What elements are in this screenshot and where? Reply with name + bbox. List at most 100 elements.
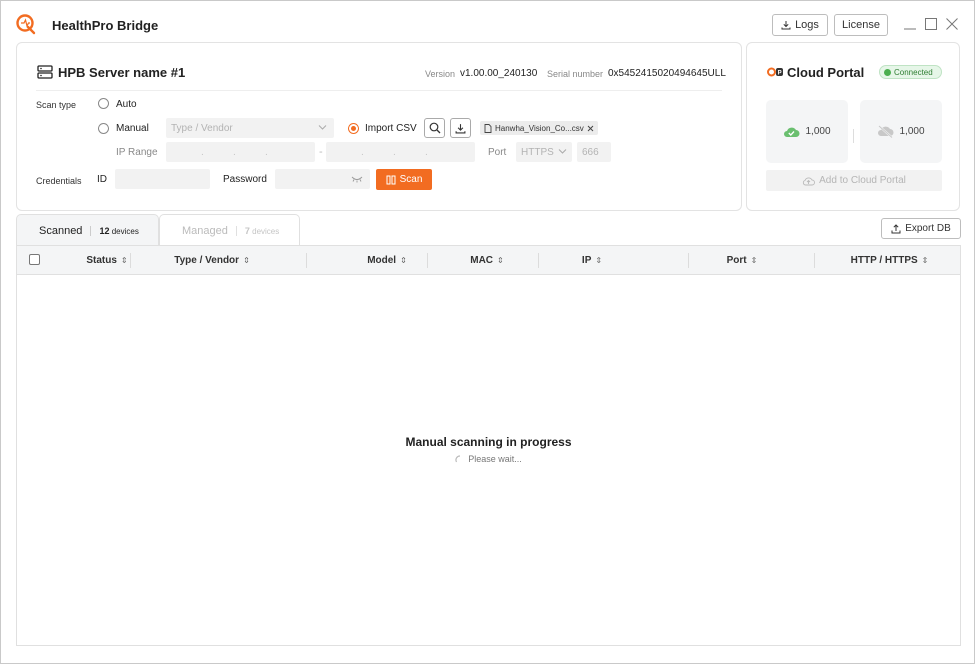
cloud-check-icon [784,127,800,137]
column-header-ip[interactable]: IP ⇕ [537,246,647,275]
manual-radio[interactable] [98,123,109,134]
tab-managed[interactable]: Managed 7 devices [159,214,300,246]
port-protocol-select[interactable]: HTTPS [516,142,572,162]
add-to-cloud-portal-button[interactable]: Add to Cloud Portal [766,170,942,191]
sort-icon: ⇕ [595,255,603,265]
export-db-label: Export DB [905,223,951,234]
type-vendor-select[interactable]: Type / Vendor [166,118,334,138]
add-to-cloud-portal-label: Add to Cloud Portal [819,175,906,186]
ip-range-end-input[interactable]: . . . [326,142,475,162]
password-input[interactable] [275,169,370,189]
license-button[interactable]: License [834,14,888,36]
auto-radio[interactable] [98,98,109,109]
credentials-label: Credentials [36,176,82,186]
type-vendor-placeholder: Type / Vendor [171,122,233,134]
import-csv-radio[interactable] [348,123,359,134]
app-window: HealthPro Bridge Logs License HPB Server… [0,0,975,664]
scan-icon [386,175,396,184]
chevron-down-icon [558,149,567,154]
csv-file-name: Hanwha_Vision_Co...csv [495,123,584,133]
app-title: HealthPro Bridge [52,18,159,33]
loading-spinner-icon [455,455,461,462]
devices-table: Status ⇕ Type / Vendor ⇕ Model ⇕ MAC ⇕ IP ⇕ P… [16,245,961,646]
auto-label: Auto [116,99,137,110]
cloud-portal-title: Cloud Portal [787,65,865,80]
logs-button[interactable]: Logs [772,14,828,36]
search-icon [429,122,440,134]
column-header-status[interactable]: Status ⇕ [67,246,147,275]
download-icon [455,123,466,133]
port-label: Port [488,147,507,158]
column-header-type-vendor[interactable]: Type / Vendor ⇕ [147,246,277,275]
connection-status-badge: Connected [879,65,942,79]
sort-icon: ⇕ [120,255,128,265]
table-header: Status ⇕ Type / Vendor ⇕ Model ⇕ MAC ⇕ IP ⇕ P… [17,246,960,275]
column-header-mac[interactable]: MAC ⇕ [427,246,547,275]
cloud-portal-logo-icon: P [767,67,783,77]
column-header-http-https[interactable]: HTTP / HTTPS ⇕ [817,246,962,275]
license-label: License [842,19,880,31]
ip-range-label: IP Range [116,147,158,158]
version-label: Version [425,69,456,79]
id-label: ID [97,174,107,185]
tab-scanned-label: Scanned [39,224,83,237]
close-icon[interactable] [587,125,594,132]
download-icon [781,21,791,30]
svg-text:P: P [778,71,782,77]
scan-type-label: Scan type [36,100,77,110]
maximize-button[interactable] [923,16,939,32]
download-csv-button[interactable] [450,118,471,138]
server-icon [37,65,53,79]
tab-scanned-count: 12 devices [99,225,139,236]
minimize-button[interactable] [902,16,918,32]
scan-progress-title: Manual scanning in progress [405,435,572,449]
panel-divider [36,90,722,91]
sort-icon: ⇕ [497,255,504,265]
password-label: Password [223,174,267,185]
server-name: HPB Server name #1 [58,65,186,80]
export-db-button[interactable]: Export DB [881,218,961,239]
maximize-icon [925,18,937,30]
import-csv-label: Import CSV [365,123,417,134]
close-icon [946,18,958,30]
sort-icon: ⇕ [400,255,407,265]
scan-button[interactable]: Scan [376,169,432,190]
version-value: v1.00.00_240130 [460,68,538,79]
cloud-disconnected-stat: 1,000 [860,100,942,163]
sort-icon: ⇕ [750,255,758,265]
logs-label: Logs [795,19,819,31]
csv-file-chip: Hanwha_Vision_Co...csv [480,121,598,135]
healthpro-logo-icon [16,14,36,35]
manual-label: Manual [116,123,149,134]
server-panel: HPB Server name #1 Version v1.00.00_2401… [16,42,742,211]
status-dot [884,68,891,76]
select-all-checkbox[interactable] [29,254,40,265]
sort-icon: ⇕ [921,255,929,265]
file-icon [484,123,492,133]
cloud-panel: P Cloud Portal Connected 1,000 1,000 Add… [746,42,960,211]
tab-managed-count: 7 devices [244,225,280,236]
tab-scanned[interactable]: Scanned 12 devices [16,214,159,246]
port-number-input[interactable]: 666 [577,142,611,162]
id-input[interactable] [115,169,210,189]
port-protocol-value: HTTPS [521,146,554,158]
scan-button-label: Scan [399,174,423,185]
ip-range-start-input[interactable]: . . . [166,142,315,162]
eye-hidden-icon[interactable] [351,175,363,183]
search-csv-button[interactable] [424,118,445,138]
tab-managed-label: Managed [182,224,228,237]
column-header-port[interactable]: Port ⇕ [687,246,797,275]
serial-value: 0x5452415020494645ULL [608,68,726,79]
cloud-off-icon [878,125,894,138]
title-bar: HealthPro Bridge Logs License [1,1,974,41]
cloud-connected-stat: 1,000 [766,100,848,163]
cloud-disconnected-count: 1,000 [899,126,925,137]
cloud-connected-count: 1,000 [805,126,831,137]
serial-label: Serial number [547,69,604,79]
port-number-value: 666 [582,146,599,158]
minimize-icon [904,28,916,30]
sort-icon: ⇕ [243,255,250,265]
scan-progress-subtitle: Please wait... [17,454,960,465]
connection-status: Connected [894,67,933,77]
close-button[interactable] [944,16,960,32]
